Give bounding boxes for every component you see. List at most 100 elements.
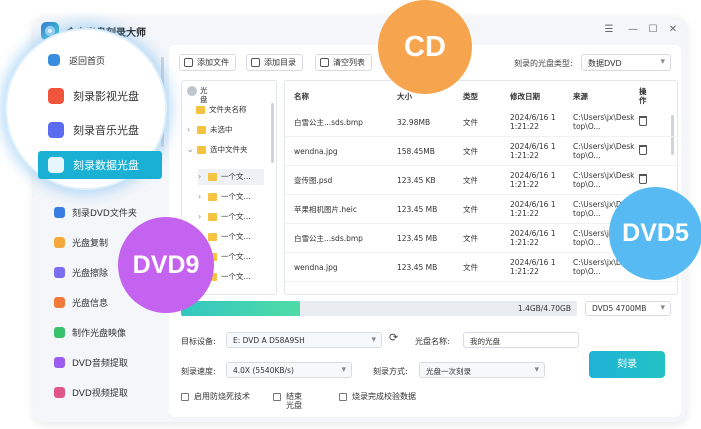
info-icon — [54, 296, 65, 308]
verify-data-label: 烧录完成校验数据 — [352, 392, 416, 401]
table-row[interactable]: wendna.jpg 158.45MB 文件 2024/6/16 11:21:22 C:… — [285, 137, 679, 166]
sidebar-item-dvd-video-extract[interactable]: DVD视频提取 — [40, 380, 162, 404]
tree-child[interactable]: › 一个文... — [198, 169, 264, 185]
music-disc-icon — [48, 122, 64, 138]
trash-icon[interactable] — [639, 116, 647, 126]
sidebar-item-label: 刻录影视光盘 — [73, 90, 139, 103]
folder-icon — [208, 193, 217, 201]
file-date: 2024/6/16 11:21:22 — [510, 113, 556, 131]
folder-disc-icon — [54, 206, 65, 218]
column-header-type[interactable]: 类型 — [463, 91, 478, 102]
close-icon[interactable]: ✕ — [666, 23, 680, 37]
capacity-fill — [181, 301, 300, 316]
sidebar-item-burn-data-disc[interactable]: 刻录数据光盘 — [38, 151, 162, 179]
file-size: 32.98MB — [397, 118, 431, 127]
file-name: 壹传图.psd — [294, 176, 333, 185]
add-file-button[interactable]: 添加文件 — [179, 54, 236, 71]
tree-child[interactable]: › 一个文... — [198, 212, 251, 221]
checkbox-box[interactable] — [273, 393, 281, 401]
capacity-bar: 1.4GB/4.70GB — [181, 301, 577, 316]
folder-icon — [208, 233, 217, 241]
column-header-action: 操作 — [639, 87, 647, 105]
home-icon — [48, 54, 60, 66]
table-row[interactable]: 壹传图.psd 123.45 KB 文件 2024/6/16 11:21:22 C:\U… — [285, 166, 679, 195]
folder-icon — [208, 173, 217, 181]
file-size: 158.45MB — [397, 147, 435, 156]
trash-icon[interactable] — [639, 174, 647, 184]
burn-speed-label: 刻录速度: — [181, 367, 216, 376]
trash-icon — [320, 58, 329, 67]
file-type: 文件 — [463, 234, 478, 243]
file-size: 123.45 MB — [397, 205, 438, 214]
tree-node-label: 未选中 — [210, 125, 233, 134]
menu-icon[interactable]: ☰ — [602, 23, 616, 37]
refresh-icon[interactable]: ⟳ — [389, 331, 398, 344]
disc-type-select[interactable]: 数据DVD — [581, 54, 671, 71]
disc-name-input[interactable]: 我的光盘 — [463, 332, 579, 348]
column-header-date[interactable]: 修改日期 — [510, 91, 540, 102]
file-source: C:\Users\jx\Desktop\O... — [573, 113, 635, 131]
sidebar-item-back-home[interactable]: 返回首页 — [38, 49, 162, 71]
add-directory-button[interactable]: 添加目录 — [246, 54, 303, 71]
sidebar-item-label: 制作光盘映像 — [72, 328, 127, 339]
tree-node[interactable]: › 未选中 — [187, 125, 233, 134]
file-source: C:\Users\jx\Desktop\O... — [573, 171, 635, 189]
tree-node[interactable]: 文件夹名称 — [196, 105, 247, 114]
tree-root[interactable]: 光盘 — [187, 86, 210, 104]
tree-child-label: 一个文... — [221, 212, 251, 221]
column-header-size[interactable]: 大小 — [397, 91, 412, 102]
disc-icon — [187, 86, 197, 96]
file-name: wendna.jpg — [294, 263, 338, 272]
sidebar-item-burn-music-disc[interactable]: 刻录音乐光盘 — [38, 116, 162, 144]
minimize-icon[interactable]: — — [626, 23, 640, 37]
sidebar-item-burn-dvd-folder[interactable]: 刻录DVD文件夹 — [40, 200, 162, 224]
sidebar-item-dvd-audio-extract[interactable]: DVD音频提取 — [40, 350, 162, 374]
column-header-name[interactable]: 名称 — [294, 91, 309, 102]
sidebar-item-make-image[interactable]: 制作光盘映像 — [40, 320, 162, 344]
tree-scrollbar[interactable] — [271, 103, 274, 163]
finalize-disc-checkbox[interactable]: 结束光盘 — [273, 392, 306, 410]
burn-mode-value: 光盘一次刻录 — [426, 367, 471, 376]
tree-child-label: 一个文... — [221, 192, 251, 201]
disc-capacity-select[interactable]: DVD5 4700MB — [585, 301, 671, 316]
file-date: 2024/6/16 11:21:22 — [510, 200, 556, 218]
sidebar-item-label: DVD音频提取 — [72, 358, 128, 369]
trash-icon[interactable] — [639, 145, 647, 155]
disc-name-label: 光盘名称: — [415, 337, 450, 346]
target-device-label: 目标设备: — [181, 337, 216, 346]
column-header-source[interactable]: 来源 — [573, 91, 588, 102]
clear-list-button[interactable]: 清空列表 — [315, 54, 372, 71]
chevron-right-icon: › — [198, 192, 202, 201]
burn-button[interactable]: 刻录 — [589, 351, 665, 378]
audio-icon — [54, 356, 65, 368]
file-size: 123.45 MB — [397, 234, 438, 243]
table-row[interactable]: 白雪公主...sds.bmp 32.98MB 文件 2024/6/16 11:21:2… — [285, 108, 679, 137]
checkbox-box[interactable] — [339, 393, 347, 401]
sidebar-item-burn-video-disc[interactable]: 刻录影视光盘 — [38, 82, 162, 110]
burn-speed-select[interactable]: 4.0X (5540KB/s) — [226, 362, 352, 378]
cd-badge: CD — [378, 0, 472, 94]
file-type: 文件 — [463, 118, 478, 127]
tree-node-selected[interactable]: ⌄ 选中文件夹 — [187, 145, 250, 154]
prevent-burnout-label: 启用防烧死技术 — [194, 392, 250, 401]
sidebar-item-label: DVD视频提取 — [72, 388, 128, 399]
title-bar: 金舟光盘刻录大师 ☰ — ☐ ✕ — [34, 17, 686, 45]
tree-child[interactable]: › 一个文... — [198, 192, 251, 201]
dvd5-badge: DVD5 — [609, 187, 701, 280]
verify-data-checkbox[interactable]: 烧录完成校验数据 — [339, 392, 420, 401]
sidebar-item-label: 刻录DVD文件夹 — [72, 208, 137, 219]
image-icon — [54, 326, 65, 338]
maximize-icon[interactable]: ☐ — [646, 23, 660, 37]
file-date: 2024/6/16 11:21:22 — [510, 258, 556, 276]
disc-capacity-value: DVD5 4700MB — [592, 304, 647, 313]
target-device-select[interactable]: E: DVD A DS8A9SH — [226, 332, 382, 348]
tree-child-label: 一个文... — [221, 232, 251, 241]
sidebar-item-label: 刻录音乐光盘 — [73, 124, 139, 137]
copy-icon — [54, 236, 65, 248]
checkbox-box[interactable] — [181, 393, 189, 401]
prevent-burnout-checkbox[interactable]: 启用防烧死技术 — [181, 392, 250, 401]
file-name: wendna.jpg — [294, 147, 338, 156]
burn-mode-select[interactable]: 光盘一次刻录 — [419, 362, 545, 378]
chevron-right-icon: › — [198, 212, 202, 221]
add-file-icon — [184, 58, 193, 67]
